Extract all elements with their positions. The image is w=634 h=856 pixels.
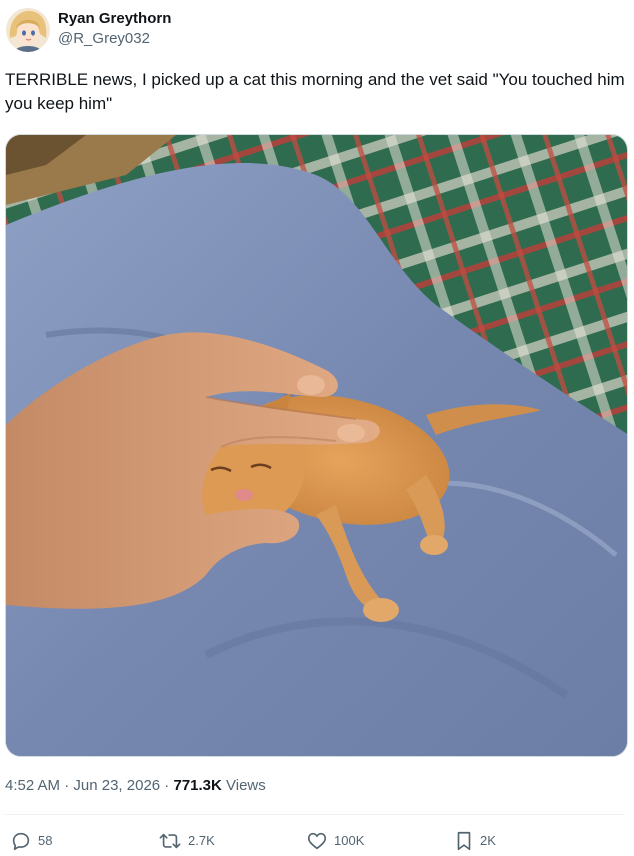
bookmark-icon (457, 831, 471, 851)
repost-icon (159, 833, 181, 849)
meta-separator: · (160, 777, 174, 794)
tweet-header: Ryan Greythorn @R_Grey032 (6, 6, 626, 56)
like-button[interactable]: 100K (306, 830, 364, 852)
tweet-time[interactable]: 4:52 AM (5, 777, 60, 794)
tweet-photo[interactable] (5, 134, 628, 757)
views-label: Views (221, 777, 266, 794)
like-count: 100K (334, 833, 365, 848)
repost-count: 2.7K (188, 833, 215, 848)
bookmark-count: 2K (480, 833, 496, 848)
bookmark-button[interactable]: 2K (454, 830, 496, 852)
views-count[interactable]: 771.3K (173, 777, 221, 794)
avatar[interactable] (6, 8, 50, 52)
photo-kitten-icon (6, 135, 627, 756)
heart-icon (307, 832, 327, 850)
reply-button[interactable]: 58 (10, 830, 52, 852)
anime-avatar-icon (6, 8, 50, 52)
action-bar: 58 2.7K 100K 2K (0, 826, 634, 856)
divider (5, 814, 625, 815)
repost-button[interactable]: 2.7K (158, 830, 215, 852)
meta-separator: · (60, 777, 74, 794)
author-handle[interactable]: @R_Grey032 (58, 29, 171, 49)
reply-count: 58 (38, 833, 53, 848)
reply-icon (12, 832, 30, 851)
author-display-name[interactable]: Ryan Greythorn (58, 9, 171, 29)
tweet-date[interactable]: Jun 23, 2026 (73, 777, 160, 794)
tweet-meta: 4:52 AM · Jun 23, 2026 · 771.3K Views (5, 776, 266, 796)
tweet-text: TERRIBLE news, I picked up a cat this mo… (5, 70, 625, 113)
